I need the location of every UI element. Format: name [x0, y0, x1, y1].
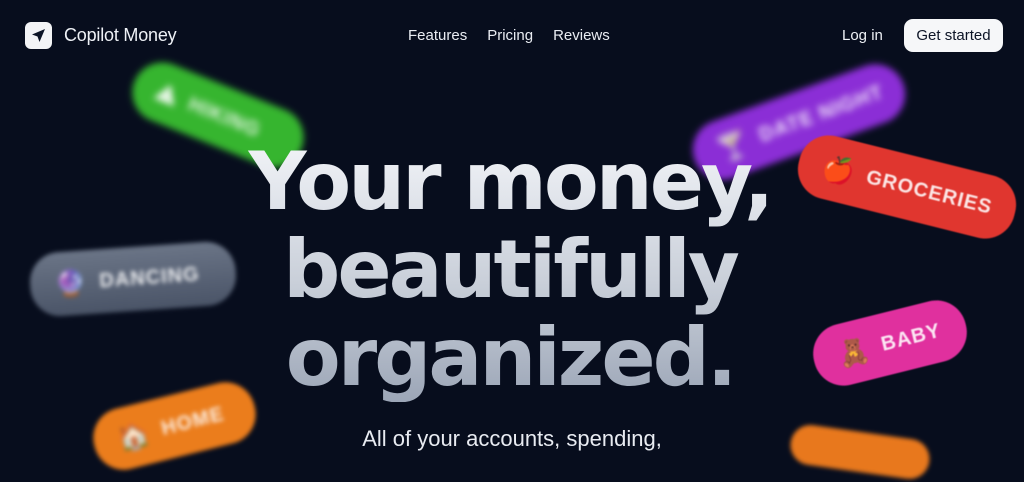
apple-icon: 🍎 [819, 150, 859, 189]
nav-link-pricing[interactable]: Pricing [487, 27, 533, 44]
hero-headline: Your money, beautifully organized. [200, 138, 820, 402]
brand-name[interactable]: Copilot Money [64, 25, 177, 46]
top-navigation: Copilot Money Features Pricing Reviews L… [0, 0, 1024, 72]
house-icon: 🏠 [113, 417, 154, 455]
copilot-logo-icon[interactable] [25, 22, 52, 49]
tag-groceries: 🍎 GROCERIES [791, 129, 1023, 245]
login-link[interactable]: Log in [842, 27, 883, 44]
hero-line-1: Your money, [248, 135, 772, 228]
hero-line-3: organized. [285, 311, 735, 404]
tag-partial-orange [787, 422, 933, 482]
hero-line-2: beautifully [283, 223, 737, 316]
nav-links: Features Pricing Reviews [408, 27, 610, 44]
nav-link-reviews[interactable]: Reviews [553, 27, 610, 44]
teddy-bear-icon: 🧸 [833, 332, 874, 371]
get-started-button[interactable]: Get started [904, 19, 1003, 52]
tag-baby: 🧸 BABY [806, 294, 974, 392]
mirror-ball-icon: 🔮 [53, 266, 89, 299]
nav-link-features[interactable]: Features [408, 27, 467, 44]
hero-subtitle: All of your accounts, spending, [362, 426, 662, 451]
tag-dancing-label: DANCING [98, 262, 201, 292]
tag-groceries-label: GROCERIES [864, 165, 995, 219]
tag-baby-label: BABY [878, 319, 944, 356]
tag-home-label: HOME [158, 402, 227, 440]
mountain-icon: ⛰ [151, 75, 184, 112]
